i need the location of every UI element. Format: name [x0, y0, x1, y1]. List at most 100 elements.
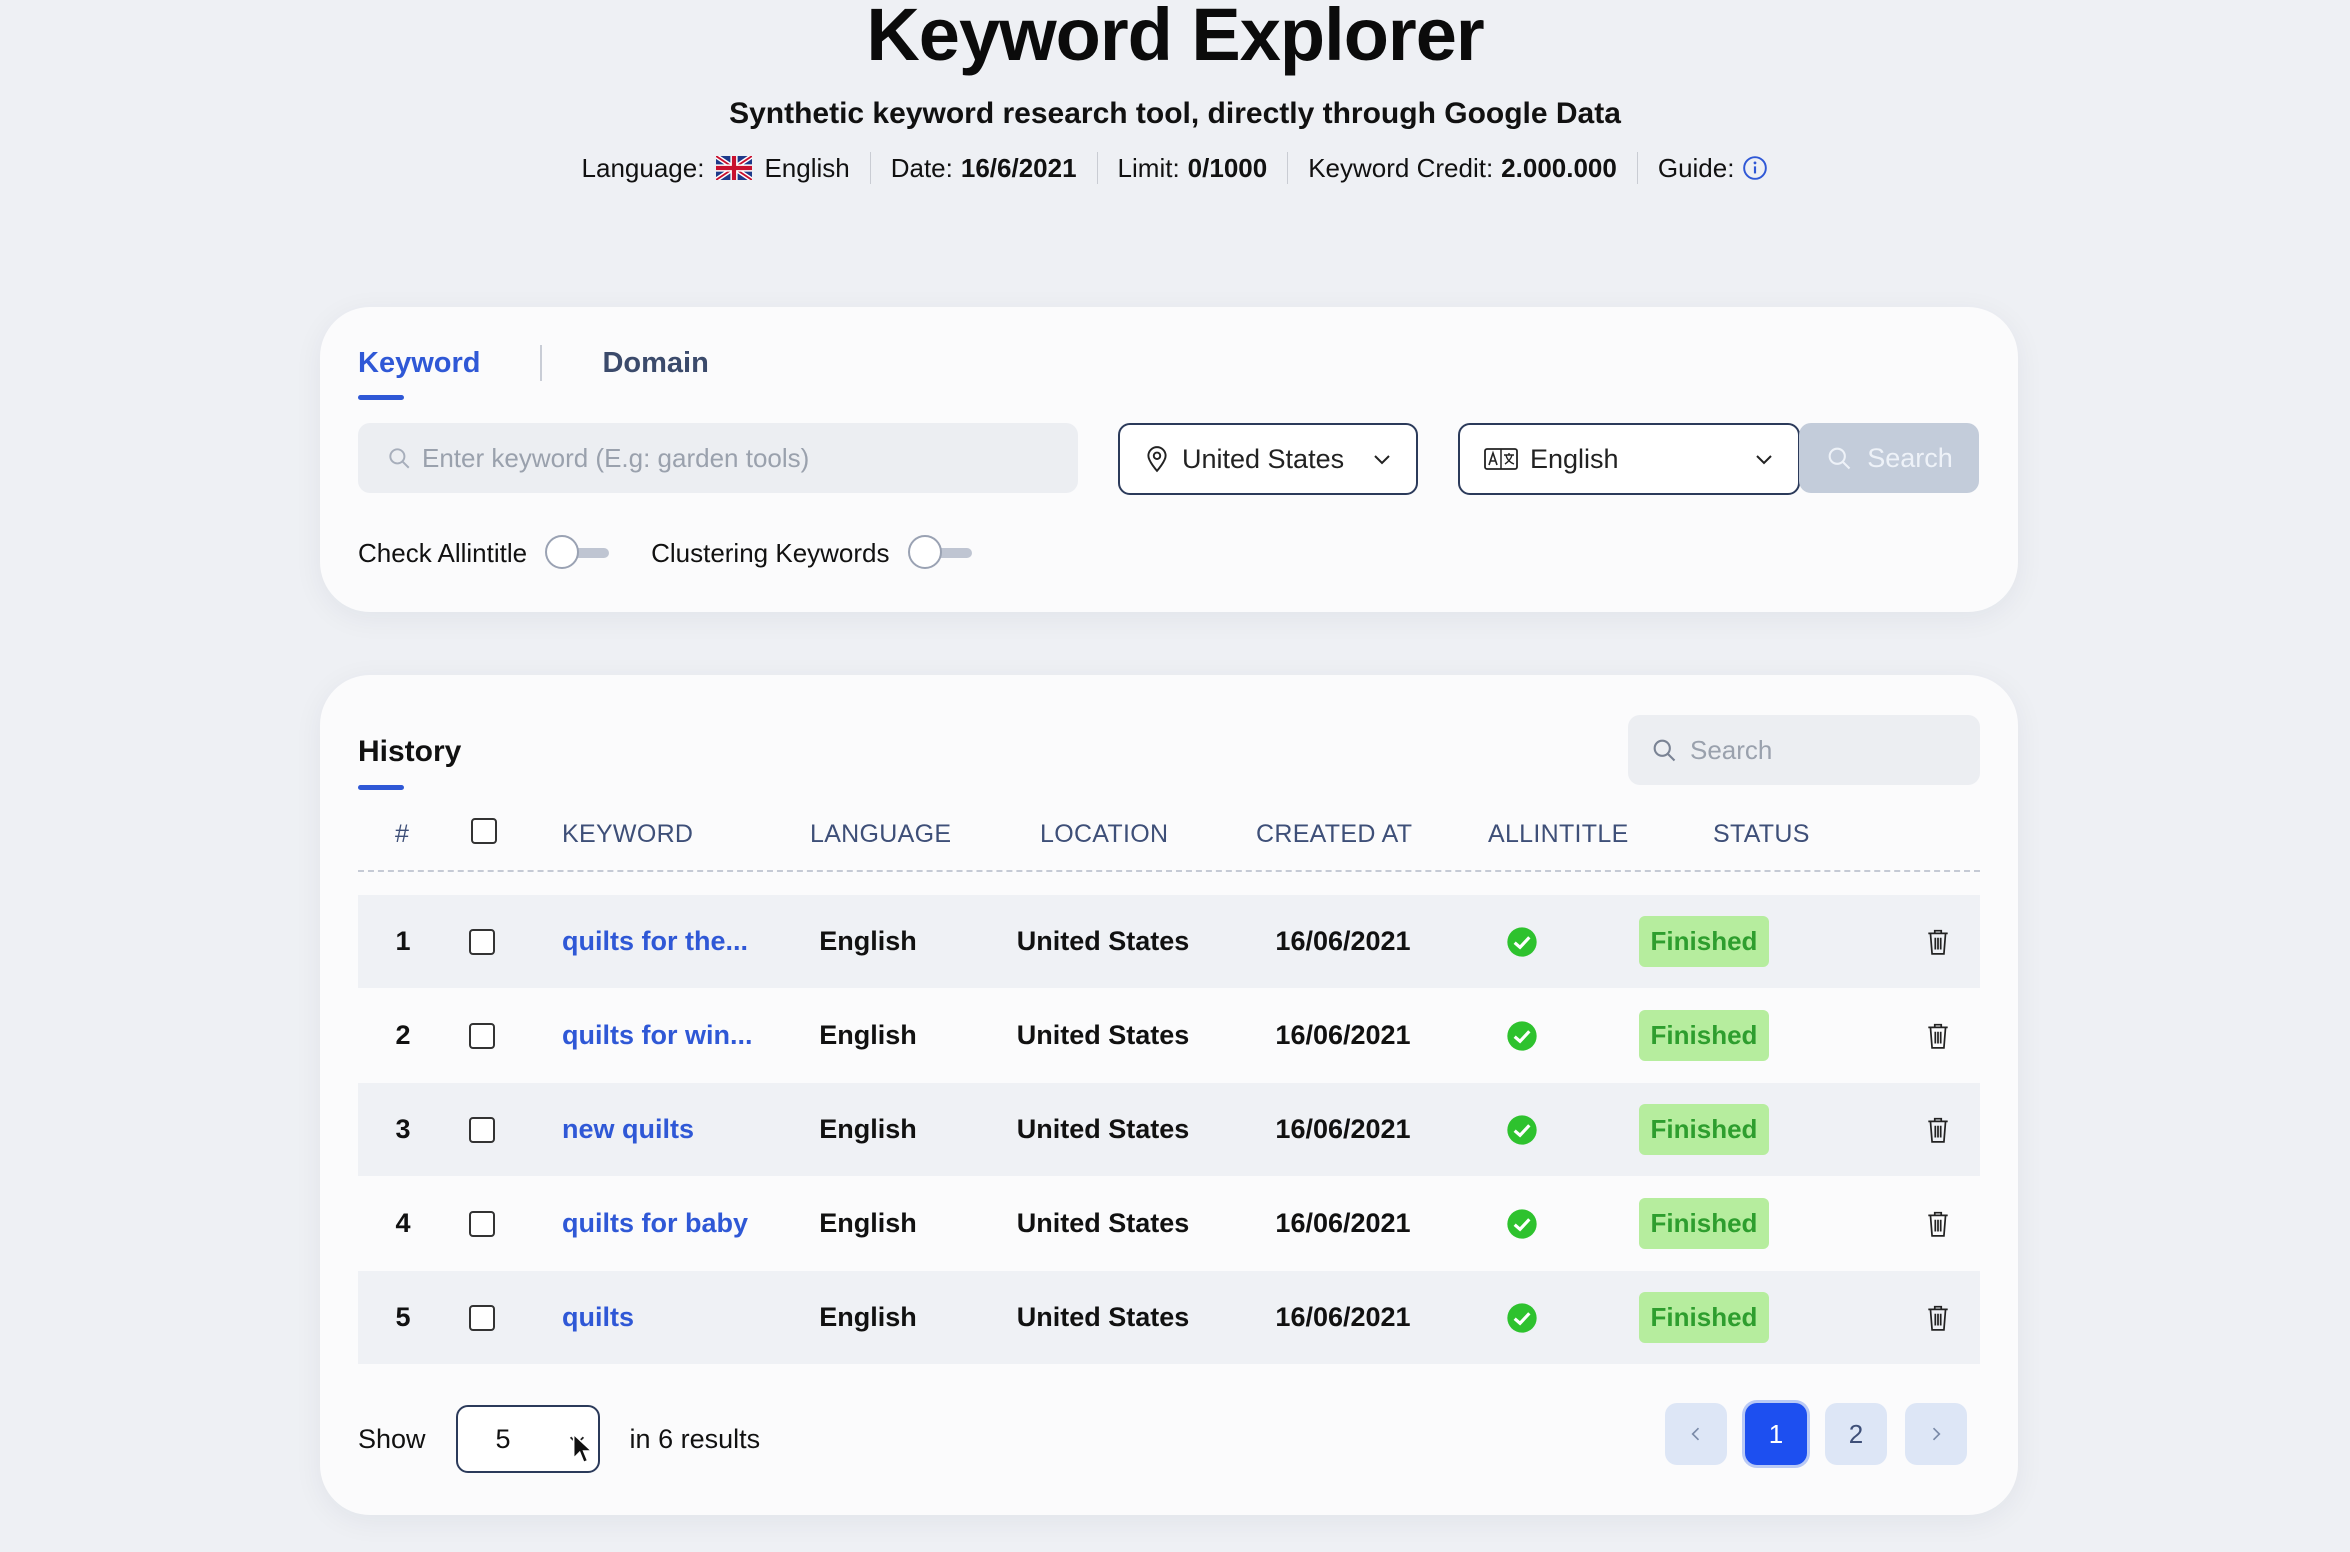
tab-bar: Keyword Domain — [358, 345, 709, 400]
table-row: 1 quilts for the... English United State… — [358, 895, 1980, 988]
row-checkbox[interactable] — [469, 1177, 495, 1270]
column-header-status[interactable]: STATUS — [1713, 820, 1810, 849]
delete-button[interactable] — [1918, 895, 1958, 988]
column-header-language[interactable]: LANGUAGE — [810, 820, 951, 849]
translate-icon — [1484, 448, 1518, 470]
row-location: United States — [1016, 1114, 1190, 1144]
page-button-2[interactable]: 2 — [1825, 1403, 1887, 1465]
keyword-link[interactable]: new quilts — [562, 1083, 694, 1176]
meta-limit-value: 0/1000 — [1187, 152, 1268, 183]
keyword-link[interactable]: quilts for baby — [562, 1177, 748, 1270]
info-icon[interactable] — [1742, 155, 1768, 181]
status-badge: Finished — [1638, 1010, 1770, 1061]
status-badge: Finished — [1638, 1104, 1770, 1155]
allintitle-cell — [1482, 1083, 1562, 1176]
next-page-button[interactable] — [1905, 1403, 1967, 1465]
row-language: English — [819, 1208, 917, 1238]
select-all-checkbox[interactable] — [471, 818, 497, 844]
previous-page-button[interactable] — [1665, 1403, 1727, 1465]
row-location: United States — [1016, 1302, 1190, 1332]
toggle-knob — [545, 535, 580, 569]
clustering-toggle[interactable] — [907, 535, 974, 571]
show-label: Show — [358, 1423, 426, 1454]
row-location: United States — [1016, 1020, 1190, 1050]
row-location: United States — [1016, 1208, 1190, 1238]
row-created-at: 16/06/2021 — [1275, 1114, 1411, 1144]
tab-domain[interactable]: Domain — [602, 347, 708, 394]
delete-button[interactable] — [1918, 989, 1958, 1082]
status-cell: Finished — [1638, 1083, 1770, 1176]
meta-limit: Limit: 0/1000 — [1098, 153, 1288, 184]
check-circle-icon — [1507, 1208, 1537, 1239]
chevron-down-icon — [1756, 455, 1772, 465]
allintitle-cell — [1482, 1271, 1562, 1364]
allintitle-toggle[interactable] — [545, 535, 611, 571]
row-checkbox[interactable] — [469, 1271, 495, 1364]
page-button-1[interactable]: 1 — [1745, 1403, 1807, 1465]
row-language: English — [819, 1020, 917, 1050]
search-button[interactable]: Search — [1799, 423, 1979, 493]
status-badge: Finished — [1638, 916, 1770, 967]
language-select[interactable]: English — [1458, 423, 1800, 495]
keyword-input-placeholder: Enter keyword (E.g: garden tools) — [422, 442, 810, 473]
page-size-control: Show 5 in 6 results — [358, 1405, 760, 1473]
allintitle-cell — [1482, 1177, 1562, 1270]
history-search-input[interactable]: Search — [1628, 715, 1980, 785]
search-button-label: Search — [1867, 442, 1953, 473]
divider — [540, 345, 543, 381]
trash-icon — [1928, 1117, 1948, 1143]
keyword-link[interactable]: quilts for the... — [562, 895, 748, 988]
row-checkbox[interactable] — [469, 989, 495, 1082]
location-select[interactable]: United States — [1118, 423, 1418, 495]
table-row: 2 quilts for win... English United State… — [358, 989, 1980, 1082]
check-circle-icon — [1507, 1114, 1537, 1145]
keyword-link[interactable]: quilts for win... — [562, 989, 753, 1082]
check-circle-icon — [1507, 926, 1537, 957]
delete-button[interactable] — [1918, 1083, 1958, 1176]
row-number: 2 — [395, 1020, 411, 1050]
table-row: 3 new quilts English United States 16/06… — [358, 1083, 1980, 1176]
row-language: English — [819, 1114, 917, 1144]
column-header-allintitle[interactable]: ALLINTITLE — [1488, 820, 1629, 849]
language-select-value: English — [1530, 443, 1619, 474]
row-created-at: 16/06/2021 — [1275, 1302, 1411, 1332]
results-count: in 6 results — [629, 1423, 761, 1454]
row-checkbox[interactable] — [469, 1083, 495, 1176]
column-header-location[interactable]: LOCATION — [1040, 820, 1168, 849]
toggle-knob — [907, 535, 942, 569]
delete-button[interactable] — [1918, 1271, 1958, 1364]
meta-language-value: English — [764, 152, 850, 183]
toggle-row: Check Allintitle Clustering Keywords — [358, 535, 1014, 571]
meta-credit-label: Keyword Credit: — [1308, 152, 1494, 183]
history-title: History — [358, 735, 462, 790]
meta-bar: Language: English Date: 16/6/2021 Limit:… — [0, 152, 2350, 184]
keyword-link[interactable]: quilts — [562, 1271, 634, 1364]
row-number: 1 — [395, 926, 411, 956]
row-created-at: 16/06/2021 — [1275, 1020, 1411, 1050]
column-header-created[interactable]: CREATED AT — [1256, 820, 1412, 849]
meta-credit: Keyword Credit: 2.000.000 — [1288, 153, 1637, 184]
allintitle-cell — [1482, 989, 1562, 1082]
status-cell: Finished — [1638, 895, 1770, 988]
meta-guide-label: Guide: — [1657, 152, 1735, 183]
meta-date-value: 16/6/2021 — [960, 152, 1077, 183]
chevron-left-icon — [1691, 1427, 1700, 1441]
table-row: 4 quilts for baby English United States … — [358, 1177, 1980, 1270]
search-card: Keyword Domain Enter keyword (E.g: garde… — [320, 307, 2018, 612]
keyword-input[interactable]: Enter keyword (E.g: garden tools) — [358, 423, 1078, 493]
meta-credit-value: 2.000.000 — [1501, 152, 1617, 183]
page-size-value: 5 — [495, 1423, 511, 1454]
page-size-select[interactable]: 5 — [455, 1405, 600, 1473]
meta-guide: Guide: — [1638, 153, 1789, 184]
tab-keyword[interactable]: Keyword — [358, 347, 480, 400]
delete-button[interactable] — [1918, 1177, 1958, 1270]
search-icon — [1653, 739, 1676, 762]
table-row: 5 quilts English United States 16/06/202… — [358, 1271, 1980, 1364]
row-number: 4 — [395, 1208, 411, 1238]
column-header-keyword[interactable]: KEYWORD — [562, 820, 693, 849]
row-checkbox[interactable] — [469, 895, 495, 988]
row-language: English — [819, 1302, 917, 1332]
row-location: United States — [1016, 926, 1190, 956]
meta-date-label: Date: — [890, 152, 953, 183]
search-icon — [1828, 447, 1851, 470]
